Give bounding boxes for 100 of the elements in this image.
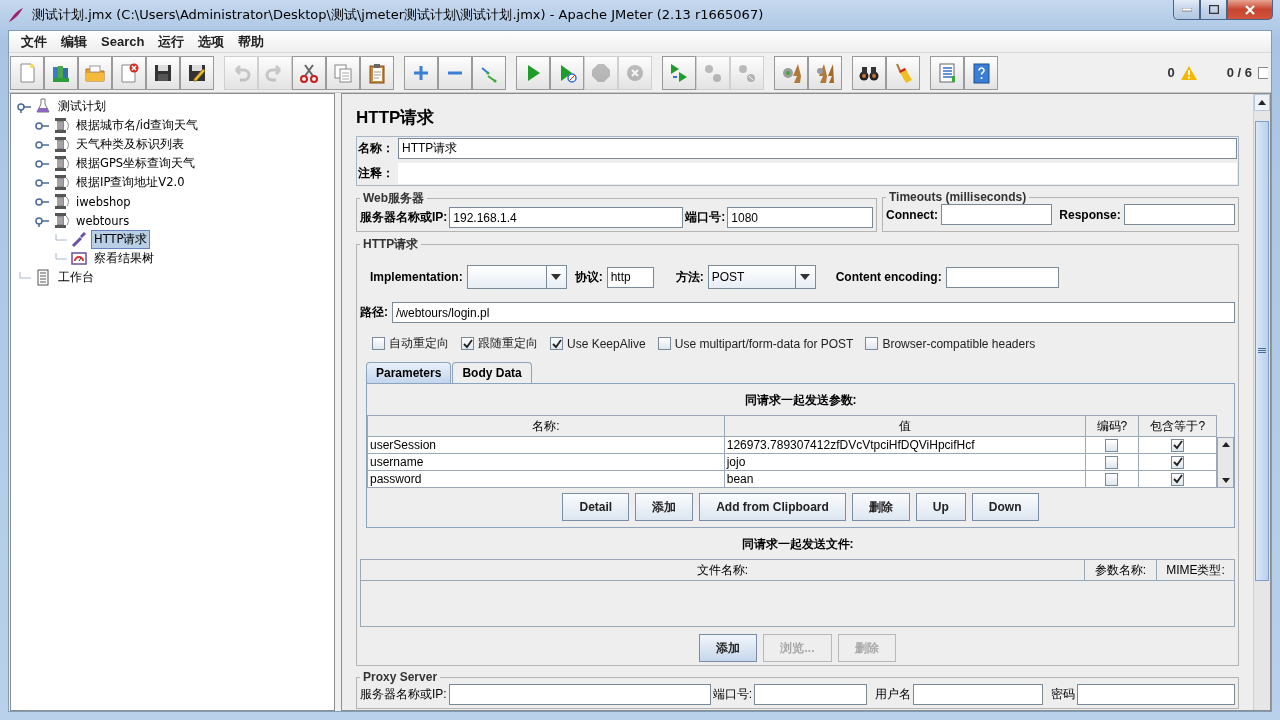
field-label: Response: bbox=[1059, 207, 1121, 222]
help-book-icon bbox=[970, 61, 992, 84]
table-scrollbar[interactable] bbox=[1217, 437, 1234, 488]
proxy-user-field[interactable] bbox=[913, 684, 1043, 705]
collapsed-handle-icon[interactable] bbox=[35, 157, 49, 170]
menu-item[interactable]: 文件 bbox=[14, 32, 54, 51]
group-title: Timeouts (milliseconds) bbox=[888, 190, 1028, 204]
field-label: 服务器名称或IP: bbox=[360, 209, 448, 226]
log-toggle-icon[interactable] bbox=[1258, 66, 1268, 79]
tree-item[interactable]: 根据城市名/id查询天气 bbox=[73, 116, 202, 135]
implementation-dropdown[interactable] bbox=[466, 265, 567, 289]
panel-title: HTTP请求 bbox=[356, 107, 436, 129]
connect-field[interactable] bbox=[941, 204, 1053, 225]
menu-item[interactable]: 编辑 bbox=[54, 32, 94, 51]
include-equals-checkbox[interactable] bbox=[1171, 455, 1185, 469]
gauge-icon bbox=[71, 250, 87, 267]
collapsed-handle-icon[interactable] bbox=[35, 119, 49, 132]
scroll-thumb[interactable] bbox=[1255, 121, 1269, 581]
minimize-button[interactable] bbox=[1173, 0, 1200, 20]
up-arrow-icon bbox=[1258, 100, 1266, 105]
tab[interactable]: Parameters bbox=[366, 362, 452, 383]
button[interactable]: Down bbox=[971, 493, 1039, 521]
response-field[interactable] bbox=[1123, 204, 1235, 225]
server-field[interactable]: 192.168.1.4 bbox=[449, 207, 684, 228]
button[interactable]: Add from Clipboard bbox=[699, 493, 846, 521]
path-field[interactable]: /webtours/login.pl bbox=[392, 302, 1235, 323]
scrollbar[interactable] bbox=[1253, 94, 1270, 710]
toolbar-button[interactable] bbox=[852, 55, 886, 90]
encode-checkbox[interactable] bbox=[1105, 472, 1119, 486]
comment-field[interactable] bbox=[398, 163, 1237, 184]
check-icon bbox=[1172, 457, 1183, 467]
restore-icon bbox=[1208, 5, 1219, 14]
check-icon bbox=[551, 338, 562, 349]
minus-icon bbox=[448, 70, 462, 75]
button[interactable]: 添加 bbox=[699, 634, 758, 662]
tab[interactable]: Body Data bbox=[452, 362, 532, 383]
encoding-field[interactable] bbox=[945, 266, 1059, 288]
button[interactable]: Detail bbox=[562, 493, 630, 521]
close-button[interactable] bbox=[1227, 0, 1273, 20]
port-field[interactable]: 1080 bbox=[727, 207, 873, 228]
tree-item[interactable]: 根据GPS坐标查询天气 bbox=[73, 154, 199, 173]
name-field[interactable]: HTTP请求 bbox=[398, 138, 1237, 159]
proxy-password-field[interactable] bbox=[1077, 684, 1235, 705]
menu-item[interactable]: 帮助 bbox=[231, 32, 272, 51]
toolbar-button[interactable] bbox=[146, 55, 180, 90]
list-icon bbox=[936, 61, 958, 84]
tree-item[interactable]: webtours bbox=[73, 211, 133, 230]
collapsed-handle-icon[interactable] bbox=[35, 138, 49, 151]
spool-icon bbox=[53, 174, 69, 191]
check-icon bbox=[1172, 440, 1183, 450]
tree-item[interactable]: 工作台 bbox=[55, 268, 97, 287]
collapsed-handle-icon[interactable] bbox=[35, 176, 49, 189]
tree-item[interactable]: 测试计划 bbox=[55, 97, 109, 116]
table-caption: 同请求一起发送文件: bbox=[740, 536, 855, 553]
menu-item[interactable]: 选项 bbox=[191, 32, 232, 51]
field-label: 端口号: bbox=[712, 686, 752, 703]
option-checkbox[interactable]: 自动重定向 bbox=[372, 335, 449, 352]
copy-icon bbox=[332, 61, 354, 84]
tree-item[interactable]: iwebshop bbox=[73, 192, 134, 211]
tree-item[interactable]: 天气种类及标识列表 bbox=[73, 135, 187, 154]
expanded-handle-icon[interactable] bbox=[17, 100, 31, 113]
field-label: Content encoding: bbox=[835, 270, 942, 284]
button[interactable]: 删除 bbox=[851, 493, 910, 521]
toolbar-button[interactable] bbox=[180, 55, 214, 90]
field-label: 端口号: bbox=[685, 209, 726, 226]
collapsed-handle-icon[interactable] bbox=[35, 195, 49, 208]
proxy-port-field[interactable] bbox=[754, 684, 867, 705]
menu-item[interactable]: Search bbox=[94, 34, 152, 49]
group-title: Proxy Server bbox=[362, 670, 439, 684]
column-header: 包含等于? bbox=[1138, 415, 1217, 437]
stop-sign-icon bbox=[590, 61, 612, 84]
proxy-server-field[interactable] bbox=[448, 684, 711, 705]
column-header: MIME类型: bbox=[1156, 559, 1235, 581]
close-document-icon bbox=[118, 61, 140, 84]
field-label: 名称： bbox=[358, 140, 394, 157]
tree-item[interactable]: 根据IP查询地址V2.0 bbox=[73, 173, 188, 192]
option-checkbox[interactable]: Browser-compatible headers bbox=[865, 336, 1036, 351]
flask-icon bbox=[35, 98, 51, 115]
option-checkbox[interactable]: Use KeepAlive bbox=[550, 336, 646, 351]
feather-icon bbox=[8, 7, 24, 23]
option-checkbox[interactable]: Use multipart/form-data for POST bbox=[657, 336, 854, 351]
include-equals-checkbox[interactable] bbox=[1171, 472, 1185, 486]
method-dropdown[interactable]: POST bbox=[707, 265, 816, 289]
button[interactable]: 添加 bbox=[635, 493, 694, 521]
maximize-button[interactable] bbox=[1200, 0, 1227, 20]
field-label: 密码 bbox=[1051, 686, 1075, 703]
group-title: HTTP请求 bbox=[362, 236, 420, 253]
expanded-handle-icon[interactable] bbox=[35, 214, 49, 227]
tree-item[interactable]: HTTP请求 bbox=[91, 230, 151, 249]
encode-checkbox[interactable] bbox=[1105, 455, 1119, 469]
option-checkbox[interactable]: 跟随重定向 bbox=[461, 335, 538, 352]
encode-checkbox[interactable] bbox=[1105, 438, 1119, 452]
protocol-field[interactable]: http bbox=[606, 266, 654, 288]
minimize-icon bbox=[1181, 7, 1192, 12]
tree-item[interactable]: 察看结果树 bbox=[91, 249, 157, 268]
group-title: Web服务器 bbox=[362, 190, 426, 207]
field-label: 用户名 bbox=[875, 686, 911, 703]
menu-item[interactable]: 运行 bbox=[151, 32, 192, 51]
button[interactable]: Up bbox=[915, 493, 966, 521]
include-equals-checkbox[interactable] bbox=[1171, 438, 1185, 452]
